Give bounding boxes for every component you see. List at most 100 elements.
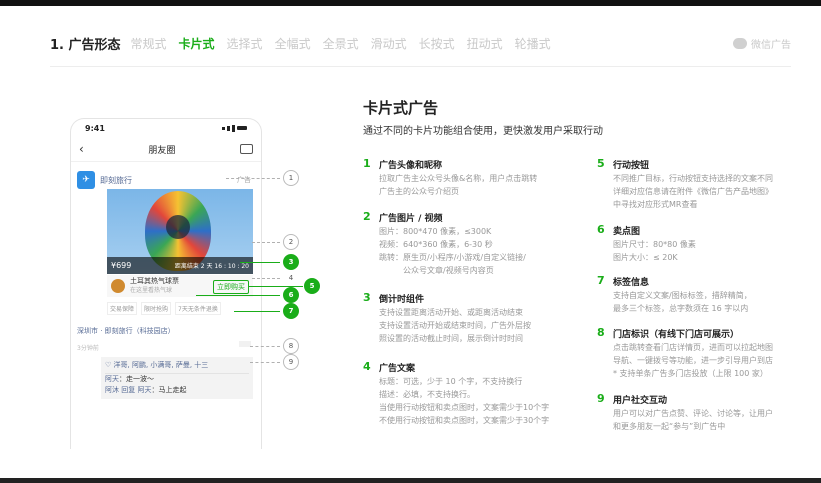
feature-title: 广告图片 / 视频 <box>379 214 443 224</box>
top-border <box>0 0 821 6</box>
marker-line-3 <box>240 262 280 263</box>
marker-line-1 <box>226 178 280 179</box>
comment-row: 阿沐 回复 阿天：马上走起 <box>105 386 187 394</box>
status-time: 9:41 <box>85 123 105 133</box>
ad-tag[interactable]: 广告 <box>237 175 251 185</box>
feature-number: 4 <box>363 360 371 373</box>
feature-number: 7 <box>597 274 605 287</box>
comment-text: 马上走起 <box>158 386 187 394</box>
moments-nav-bar: ‹ 朋友圈 <box>71 137 261 162</box>
product-card[interactable]: 土耳其热气球票 在这里看热气球 立即购买 <box>107 275 253 297</box>
feature-line: * 支持单条广告多门店投放（上限 100 家） <box>613 369 768 378</box>
section-heading: 卡片式广告 <box>363 99 439 117</box>
marker-3: 3 <box>283 254 299 270</box>
camera-icon[interactable] <box>239 144 253 154</box>
feature-desc: 图片尺寸：80*80 像素 图片大小：≤ 20K <box>613 238 696 264</box>
label-tags: 交易保障 限时抢购 7天无条件退换 <box>107 302 253 315</box>
ad-header: ✈ 即刻旅行 广告 <box>77 171 257 189</box>
feature-desc: 用户可以对广告点赞、评论、讨论等，让用户 和更多朋友一起“参与”到广告中 <box>613 407 773 433</box>
tab-long-press[interactable]: 长按式 <box>419 35 455 52</box>
nav-title: 朋友圈 <box>148 145 176 156</box>
product-name: 土耳其热气球票 <box>130 277 179 285</box>
tab-full-screen[interactable]: 全幅式 <box>275 35 311 52</box>
tab-carousel[interactable]: 轮播式 <box>515 35 551 52</box>
tab-panorama[interactable]: 全景式 <box>323 35 359 52</box>
label-tag: 交易保障 <box>107 302 138 315</box>
marker-line-9 <box>250 362 280 363</box>
feature-number: 9 <box>597 392 605 405</box>
feature-title: 行动按钮 <box>613 161 650 171</box>
wechat-ads-logo: 微信广告 <box>733 36 791 51</box>
selling-point-image <box>111 279 125 293</box>
feature-line: 支持自定义文案/图标标签，措辞精简， <box>613 291 752 300</box>
comment-author[interactable]: 阿天 <box>105 375 119 383</box>
advertiser-avatar[interactable]: ✈ <box>77 171 95 189</box>
feature-line: 和更多朋友一起“参与”到广告中 <box>613 422 726 431</box>
feature-line: 图片：800*470 像素，≤300K <box>379 227 492 236</box>
countdown-bar: ¥699 距离结束 2 天 16 : 10 : 20 <box>107 257 253 274</box>
comment-text: 走一波～ <box>126 375 154 383</box>
feature-desc: 图片：800*470 像素，≤300K 视频：640*360 像素，6-30 秒… <box>379 225 526 277</box>
marker-1: 1 <box>283 170 299 186</box>
feature-line: 广告主的公众号介绍页 <box>379 187 459 196</box>
marker-line-2 <box>252 242 280 243</box>
product-subtitle: 在这里看热气球 <box>130 287 173 294</box>
feature-line: 标题：可选，少于 10 个字，不支持换行 <box>379 377 523 386</box>
feature-line: 导航、一键拨号等功能，进一步引导用户到店 <box>613 356 773 365</box>
section-number-title: 1. 广告形态 <box>50 37 121 53</box>
buy-now-button[interactable]: 立即购买 <box>213 280 249 294</box>
feature-line: 点击跳转查看门店详情页，进而可以拉起地图 <box>613 343 773 352</box>
marker-7: 7 <box>283 303 299 319</box>
back-icon[interactable]: ‹ <box>79 142 84 156</box>
feature-line: 不使用行动按钮和卖点图时，文案需少于30个字 <box>379 416 550 425</box>
wechat-ads-label: 微信广告 <box>751 40 791 51</box>
feature-title: 用户社交互动 <box>613 396 668 406</box>
feature-title: 卖点图 <box>613 227 641 237</box>
feature-line: 不同推广目标，行动按钮支持选择的文案不同 <box>613 174 773 183</box>
feature-line: 用户可以对广告点赞、评论、讨论等，让用户 <box>613 409 773 418</box>
phone-mockup: 9:41 ‹ 朋友圈 ✈ 即刻旅行 广告 ¥699 距离结束 2 天 16 : … <box>70 118 262 449</box>
section-subtitle: 通过不同的卡片功能组合使用，更快激发用户采取行动 <box>363 126 603 137</box>
feature-line: 详细对应信息请在附件《微信广告产品地图》 <box>613 187 773 196</box>
marker-9: 9 <box>283 354 299 370</box>
tab-twist[interactable]: 扭动式 <box>467 35 503 52</box>
comment-author[interactable]: 阿沐 回复 阿天 <box>105 386 151 394</box>
marker-line-5 <box>248 286 303 287</box>
feature-line: 公众号文章/视频号内容页 <box>379 266 494 275</box>
feature-desc: 不同推广目标，行动按钮支持选择的文案不同 详细对应信息请在附件《微信广告产品地图… <box>613 172 773 211</box>
wechat-icon <box>733 38 747 49</box>
feature-title: 广告头像和昵称 <box>379 161 443 171</box>
tab-regular[interactable]: 常规式 <box>131 35 167 52</box>
format-tab-bar: 1. 广告形态 常规式 卡片式 选择式 全幅式 全景式 滑动式 长按式 扭动式 … <box>50 33 563 53</box>
feature-line: 最多三个标签，总字数须在 16 字以内 <box>613 304 749 313</box>
feature-line: 描述：必填，不支持换行。 <box>379 390 475 399</box>
marker-line-6 <box>196 295 280 296</box>
feature-line: 跳转：原生页/小程序/小游戏/自定义链接/ <box>379 253 526 262</box>
label-tag: 7天无条件退换 <box>175 302 221 315</box>
feature-line: 支持设置活动开始或结束时间，广告外层按 <box>379 321 531 330</box>
feature-number: 3 <box>363 291 371 304</box>
feature-number: 2 <box>363 210 371 223</box>
store-location[interactable]: 深圳市 · 即刻旅行（科技园店） <box>77 326 175 336</box>
label-tag: 限时抢购 <box>141 302 172 315</box>
advertiser-name[interactable]: 即刻旅行 <box>100 175 132 186</box>
feature-line: 图片大小：≤ 20K <box>613 253 678 262</box>
feature-desc: 拉取广告主公众号头像&名称，用户点击跳转 广告主的公众号介绍页 <box>379 172 537 198</box>
post-time: 3分钟前 <box>77 345 99 352</box>
feature-line: 拉取广告主公众号头像&名称，用户点击跳转 <box>379 174 538 183</box>
feature-desc: 支持自定义文案/图标标签，措辞精简， 最多三个标签，总字数须在 16 字以内 <box>613 289 752 315</box>
feature-line: 当使用行动按钮和卖点图时，文案需少于10个字 <box>379 403 550 412</box>
marker-line-8 <box>250 346 280 347</box>
comment-row: 阿天：走一波～ <box>105 375 154 383</box>
feature-title: 广告文案 <box>379 364 416 374</box>
marker-line-7 <box>234 311 280 312</box>
header-divider <box>50 66 791 67</box>
feature-desc: 标题：可选，少于 10 个字，不支持换行 描述：必填，不支持换行。 当使用行动按… <box>379 375 549 427</box>
price: ¥699 <box>111 261 132 270</box>
tab-card[interactable]: 卡片式 <box>179 35 215 52</box>
tab-selection[interactable]: 选择式 <box>227 35 263 52</box>
bottom-border <box>0 478 821 483</box>
tab-sliding[interactable]: 滑动式 <box>371 35 407 52</box>
status-bar: 9:41 <box>71 119 261 137</box>
feature-desc: 点击跳转查看门店详情页，进而可以拉起地图 导航、一键拨号等功能，进一步引导用户到… <box>613 341 773 380</box>
